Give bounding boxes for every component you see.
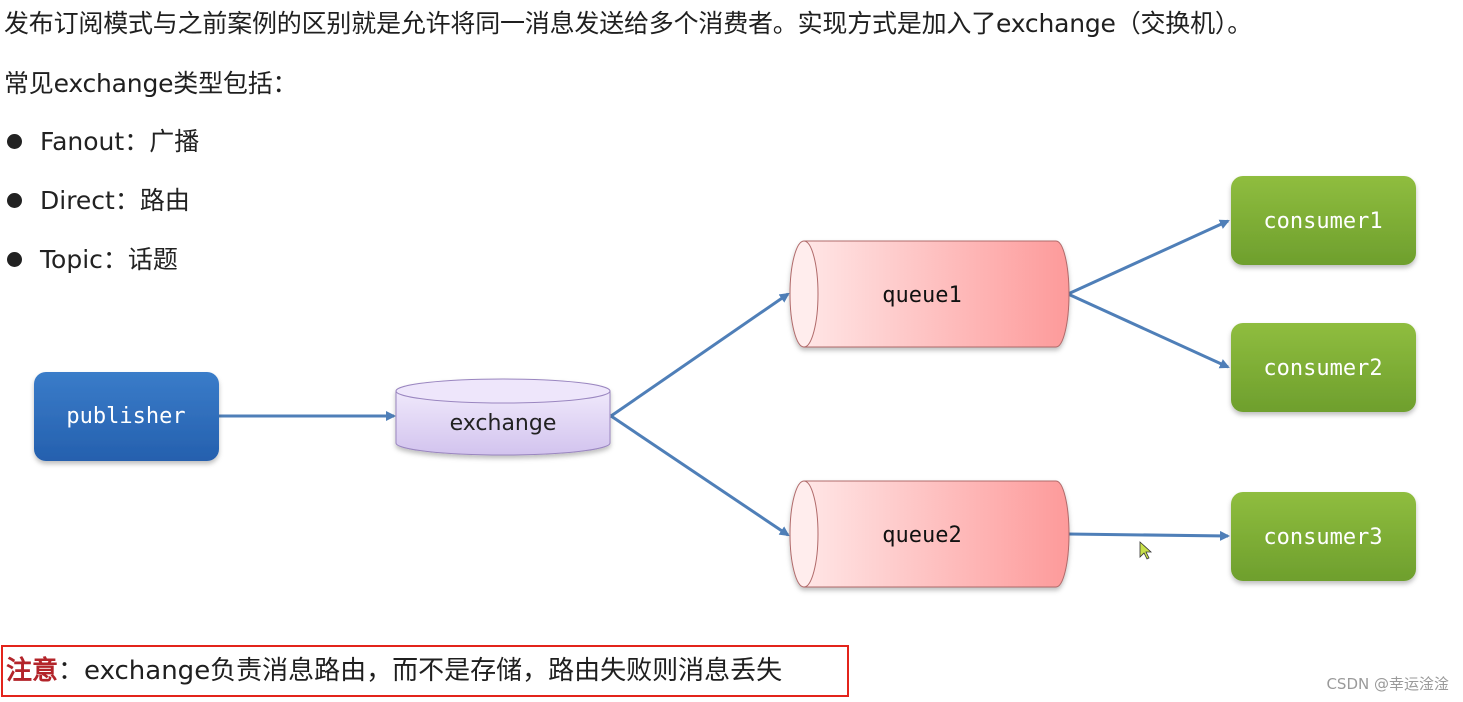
watermark: CSDN @幸运淦淦 — [1326, 675, 1449, 693]
note-box: 注意：exchange负责消息路由，而不是存储，路由失败则消息丢失 — [1, 645, 849, 697]
edge-queue1-consumer1 — [1067, 219, 1230, 296]
consumer3-label: consumer3 — [1263, 525, 1382, 550]
edge-exchange-queue2 — [610, 414, 790, 537]
consumer2-label: consumer2 — [1263, 356, 1382, 381]
note-sep: ： — [58, 656, 85, 686]
mouse-cursor-icon — [1139, 541, 1153, 560]
consumer1-label: consumer1 — [1263, 209, 1382, 234]
queue2-label: queue2 — [882, 523, 961, 548]
edges — [219, 219, 1230, 541]
edge-exchange-queue1 — [610, 292, 790, 418]
exchange-label: exchange — [450, 411, 557, 436]
pubsub-diagram: publisher exchange queue1 queue2 consume… — [34, 176, 1416, 588]
note-label: 注意 — [6, 656, 59, 686]
publisher-label: publisher — [66, 404, 185, 429]
edge-queue2-consumer3 — [1067, 530, 1230, 541]
note-text: exchange负责消息路由，而不是存储，路由失败则消息丢失 — [84, 656, 783, 686]
queue1-label: queue1 — [882, 283, 961, 308]
edge-queue1-consumer2 — [1067, 292, 1230, 369]
